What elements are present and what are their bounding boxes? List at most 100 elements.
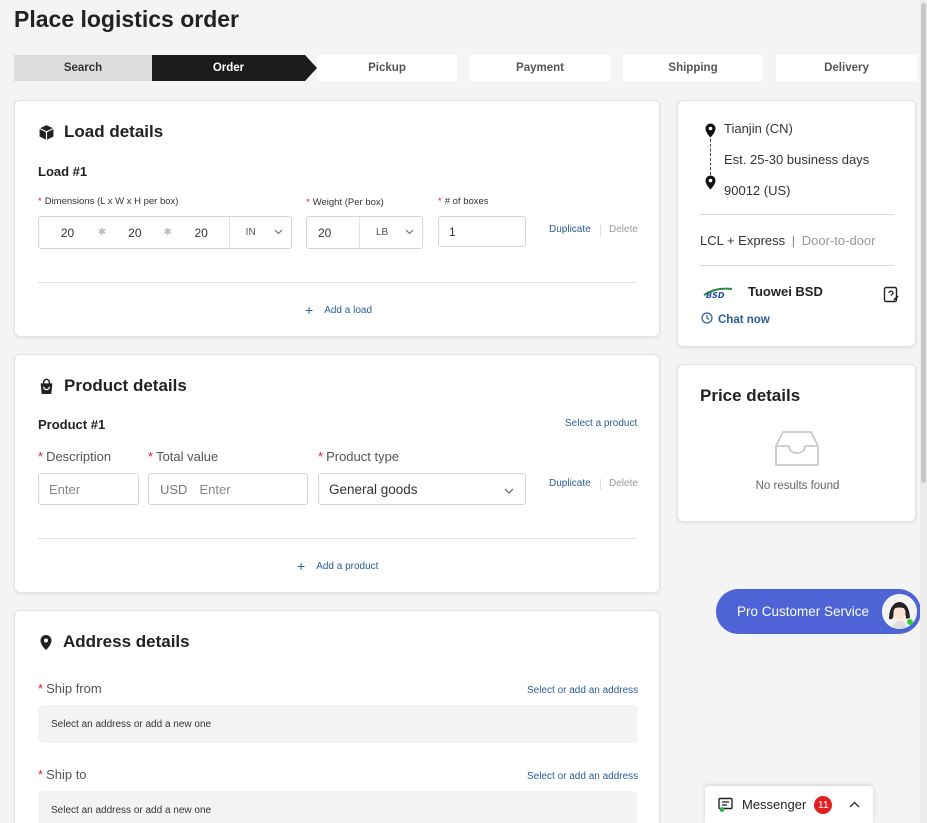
dimension-unit-value: IN <box>245 227 256 238</box>
step-pickup[interactable]: Pickup <box>317 55 457 81</box>
agent-avatar <box>882 594 917 629</box>
ship-from-select-link[interactable]: Select or add an address <box>527 685 638 696</box>
step-shipping[interactable]: Shipping <box>623 55 763 81</box>
service-separator: | <box>791 233 796 248</box>
duplicate-product-link[interactable]: Duplicate <box>549 478 591 489</box>
chat-now-label: Chat now <box>718 313 770 326</box>
delete-load-link[interactable]: Delete <box>609 224 638 235</box>
messenger-label: Messenger <box>742 797 807 812</box>
chat-now-button[interactable]: Chat now <box>701 312 770 327</box>
location-pin-icon <box>40 634 52 650</box>
total-value-field[interactable]: USD Enter <box>148 473 308 505</box>
note-edit-icon[interactable] <box>883 286 900 308</box>
price-details-title: Price details <box>700 386 801 405</box>
divider <box>700 265 894 266</box>
weight-unit-select[interactable]: LB <box>358 217 422 248</box>
route-line <box>710 139 711 175</box>
supplier-logo-text: BSD <box>706 291 725 300</box>
ship-to-label: * Ship to <box>38 767 87 782</box>
destination-pin-icon <box>704 175 717 195</box>
chat-bubble-icon <box>718 797 734 812</box>
height-input[interactable]: 20 <box>174 217 229 248</box>
divider <box>600 225 601 236</box>
length-input[interactable]: 20 <box>39 217 96 248</box>
total-value-input[interactable]: Enter <box>199 482 230 497</box>
weight-field: 20 LB <box>306 216 423 249</box>
address-details-title: Address details <box>63 632 190 651</box>
supplier-logo: BSD <box>702 283 734 301</box>
shopping-bag-icon <box>40 378 53 394</box>
no-results-text: No results found <box>755 480 840 492</box>
chevron-up-icon[interactable] <box>849 801 860 808</box>
pro-customer-service-button[interactable]: Pro Customer Service <box>716 589 921 634</box>
destination-text: 90012 (US) <box>724 183 791 198</box>
price-details-card: Price details No results found <box>677 364 916 522</box>
origin-text: Tianjin (CN) <box>724 121 793 136</box>
description-label: * Description <box>38 449 112 464</box>
unread-count-badge: 11 <box>814 795 833 814</box>
add-load-label: Add a load <box>324 304 373 316</box>
load-details-card: Load details Load #1 * Dimensions (L x W … <box>14 100 660 337</box>
select-product-link[interactable]: Select a product <box>565 418 637 429</box>
times-icon: ✱ <box>97 227 107 238</box>
weight-unit-value: LB <box>375 227 389 238</box>
pro-customer-service-label: Pro Customer Service <box>737 604 870 619</box>
weight-input[interactable]: 20 <box>307 217 359 248</box>
scrollbar-thumb[interactable] <box>921 3 926 483</box>
supplier-name[interactable]: Tuowei BSD <box>748 284 823 299</box>
total-value-label: * Total value <box>148 449 219 464</box>
box-icon <box>39 124 54 140</box>
ship-to-field[interactable]: Select an address or add a new one <box>38 791 637 823</box>
chevron-down-icon <box>405 227 414 238</box>
service-mode: LCL + Express <box>700 233 786 248</box>
address-details-card: Address details * Ship from Select or add… <box>14 610 660 823</box>
product-type-select[interactable]: General goods <box>318 473 526 505</box>
address-details-heading: Address details <box>38 632 190 652</box>
step-search[interactable]: Search <box>14 55 152 81</box>
step-payment[interactable]: Payment <box>470 55 610 81</box>
boxes-input[interactable]: 1 <box>438 216 526 247</box>
step-delivery[interactable]: Delivery <box>776 55 917 81</box>
add-product-label: Add a product <box>316 560 379 572</box>
add-load-button[interactable]: + Add a load <box>305 302 372 318</box>
chevron-down-icon <box>504 482 514 497</box>
plus-icon: + <box>305 302 314 318</box>
vertical-scrollbar[interactable] <box>920 0 927 823</box>
load-details-title: Load details <box>64 122 164 141</box>
product-item-title: Product #1 <box>38 417 106 432</box>
chevron-down-icon <box>274 227 283 238</box>
service-info: LCL + Express | Door-to-door <box>700 233 876 248</box>
plus-icon: + <box>297 558 306 574</box>
divider <box>38 538 637 539</box>
ship-to-select-link[interactable]: Select or add an address <box>527 771 638 782</box>
add-product-button[interactable]: + Add a product <box>297 558 378 574</box>
product-type-value: General goods <box>329 481 418 497</box>
ship-from-label: * Ship from <box>38 681 102 696</box>
description-input[interactable]: Enter <box>38 473 139 505</box>
service-type: Door-to-door <box>801 233 876 248</box>
duplicate-load-link[interactable]: Duplicate <box>549 224 591 235</box>
load-details-heading: Load details <box>38 122 163 142</box>
transit-time-text: Est. 25-30 business days <box>724 152 870 167</box>
route-summary-card: Tianjin (CN) Est. 25-30 business days 90… <box>677 100 916 347</box>
currency-label: USD <box>160 481 188 497</box>
messenger-bar[interactable]: Messenger 11 <box>705 786 873 823</box>
width-input[interactable]: 20 <box>108 217 162 248</box>
load-item-title: Load #1 <box>38 164 88 179</box>
empty-inbox-icon <box>774 430 820 473</box>
page: Place logistics order Search Order Picku… <box>0 0 927 823</box>
product-details-card: Product details Product #1 Select a prod… <box>14 354 660 593</box>
product-details-title: Product details <box>64 376 187 395</box>
ship-from-field[interactable]: Select an address or add a new one <box>38 705 637 743</box>
weight-label: * Weight (Per box) <box>306 197 384 208</box>
divider <box>700 214 894 215</box>
delete-product-link[interactable]: Delete <box>609 478 638 489</box>
clock-icon <box>701 312 713 327</box>
step-order[interactable]: Order <box>152 55 317 81</box>
dimension-unit-select[interactable]: IN <box>228 217 291 248</box>
online-status-indicator <box>906 618 914 626</box>
dimensions-field: 20 ✱ 20 ✱ 20 IN <box>38 216 292 249</box>
dimensions-label: * Dimensions (L x W x H per box) <box>38 196 179 207</box>
divider <box>600 479 601 490</box>
page-title: Place logistics order <box>14 6 239 32</box>
